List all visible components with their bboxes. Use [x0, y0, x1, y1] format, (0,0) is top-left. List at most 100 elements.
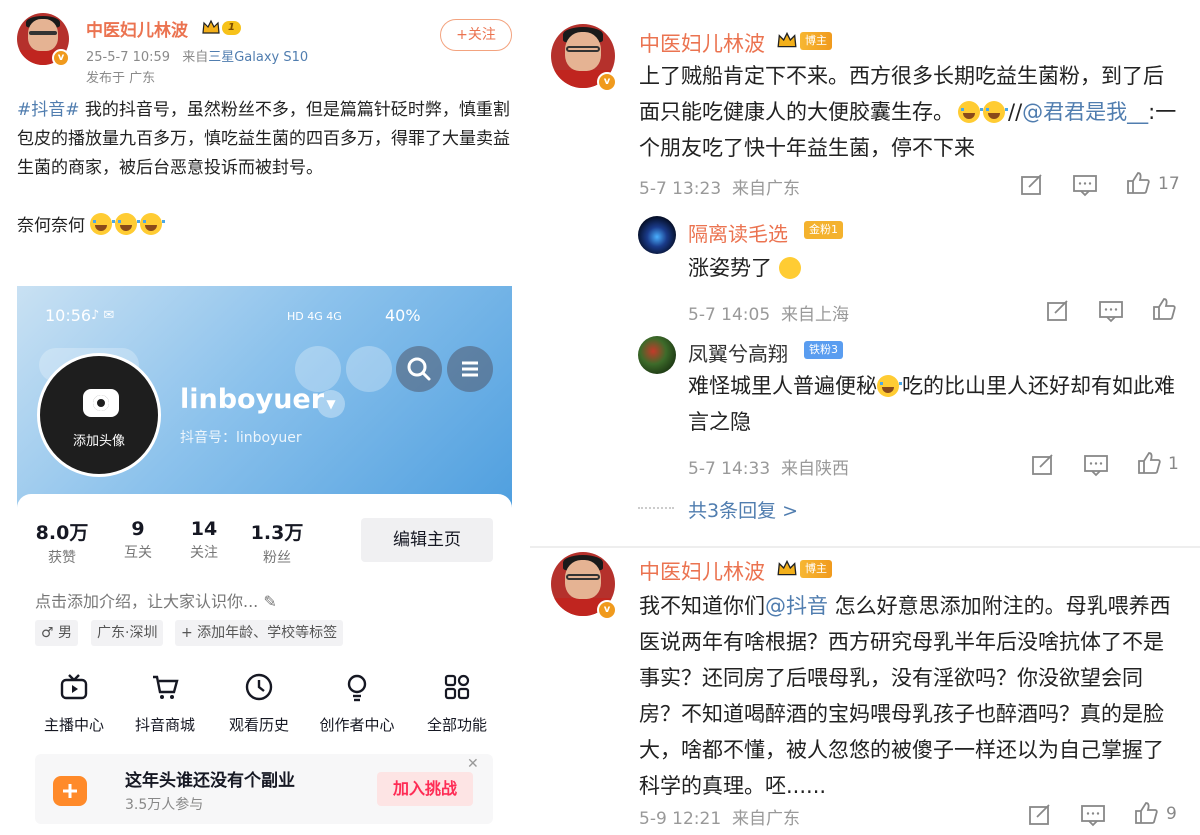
stat-following[interactable]: 14 关注 [169, 518, 239, 562]
profile-banner: 10:56 ♪ ✉ HD 4G 4G 40% 朋友 添加头像 linboyuer… [17, 286, 512, 511]
stat-followers[interactable]: 1.3万 粉丝 [242, 518, 312, 567]
thread-dots [638, 507, 674, 509]
cart-icon [153, 675, 179, 699]
func-live-center[interactable]: 主播中心 [29, 672, 119, 735]
post-datetime: 25-5-7 10:59 [86, 50, 171, 65]
mention-link[interactable]: @抖音 [765, 594, 828, 618]
promo-title: 这年头谁还没有个副业 [125, 771, 295, 791]
crying-emoji-icon [877, 375, 902, 397]
fan-badge: 铁粉3 [804, 341, 843, 359]
like-count: 1 [1168, 454, 1179, 474]
plus-icon [53, 776, 87, 806]
post-meta: 25-5-7 10:59 来自三星Galaxy S10 [86, 46, 308, 65]
tv-icon [60, 674, 88, 700]
pencil-icon: ✎ [263, 592, 277, 611]
promo-card[interactable]: 这年头谁还没有个副业 3.5万人参与 加入挑战 ✕ [35, 754, 493, 824]
comment-text: 上了贼船肯定下不来。西方很多长期吃益生菌粉，到了后面只能吃健康人的大便胶囊生存。… [639, 64, 1177, 160]
like-icon[interactable] [1136, 451, 1162, 475]
bulb-icon [347, 674, 367, 702]
blogger-badge: 博主 [800, 32, 832, 50]
camera-icon [83, 389, 119, 417]
share-icon[interactable] [1027, 803, 1053, 827]
crying-emoji-icon [115, 213, 141, 235]
reply-author[interactable]: 凤翼兮高翔 [688, 338, 788, 367]
stat-likes[interactable]: 8.0万 获赞 [27, 518, 97, 567]
join-challenge-button[interactable]: 加入挑战 [377, 772, 473, 806]
crying-emoji-icon [983, 101, 1008, 123]
reply-meta: 5-7 14:33 来自陕西 [688, 459, 849, 479]
share-icon[interactable] [1019, 173, 1045, 197]
promo-participants: 3.5万人参与 [125, 797, 204, 813]
crown-icon [777, 31, 797, 48]
comment-icon[interactable] [1080, 803, 1106, 827]
location-chip[interactable]: 广东·深圳 [91, 620, 164, 646]
level-badge: 1 [222, 21, 241, 35]
douyin-username: linboyuer [180, 384, 325, 415]
func-mall[interactable]: 抖音商城 [120, 672, 210, 735]
like-icon[interactable] [1151, 297, 1177, 321]
follow-button[interactable]: +关注 [440, 19, 512, 51]
verified-icon: v [597, 72, 617, 92]
status-battery: 40% [385, 306, 421, 325]
bio-placeholder[interactable]: 点击添加介绍，让大家认识你... ✎ [35, 588, 277, 612]
crying-emoji-icon [90, 213, 116, 235]
share-icon[interactable] [1030, 453, 1056, 477]
crying-emoji-icon [958, 101, 983, 123]
like-count: 17 [1158, 174, 1180, 194]
comment-text: 我不知道你们@抖音 怎么好意思添加附注的。母乳喂养西医说两年有啥根据？西方研究母… [639, 594, 1171, 798]
func-all[interactable]: 全部功能 [412, 672, 502, 735]
verified-icon: v [52, 49, 70, 67]
comment-author[interactable]: 中医妇儿林波 [639, 556, 765, 586]
chevron-down-icon[interactable]: ▼ [317, 390, 345, 418]
status-time: 10:56 [45, 306, 92, 325]
reply-avatar[interactable] [638, 336, 676, 374]
douyin-id: 抖音号：linboyuer [180, 430, 302, 446]
reply-avatar[interactable] [638, 216, 676, 254]
status-signal: HD 4G 4G [287, 310, 342, 323]
comment-author[interactable]: 中医妇儿林波 [639, 28, 765, 58]
source-device[interactable]: 三星Galaxy S10 [208, 50, 308, 65]
like-count: 9 [1166, 804, 1177, 824]
reply-text: 难怪城里人普遍便秘 吃的比山里人还好却有如此难言之隐 [688, 374, 1175, 434]
mention-link[interactable]: @君君是我__ [1022, 100, 1148, 124]
grid-icon [444, 674, 470, 700]
edit-profile-button[interactable]: 编辑主页 [361, 518, 493, 562]
comment-icon[interactable] [1098, 299, 1124, 323]
source-prefix: 来自 [182, 50, 209, 65]
add-tags-chip[interactable]: + 添加年龄、学校等标签 [175, 620, 344, 646]
reply-meta: 5-7 14:05 来自上海 [688, 305, 849, 325]
douyin-profile-screenshot[interactable]: 10:56 ♪ ✉ HD 4G 4G 40% 朋友 添加头像 linboyuer… [17, 286, 512, 826]
like-icon[interactable] [1125, 171, 1151, 195]
post-location: 发布于 广东 [86, 71, 156, 86]
reply-author[interactable]: 隔离读毛选 [688, 218, 788, 247]
share-icon[interactable] [1045, 299, 1071, 323]
comment-icon[interactable] [1072, 173, 1098, 197]
func-creator-center[interactable]: 创作者中心 [312, 672, 402, 735]
clock-icon [245, 673, 273, 701]
people-icon[interactable] [346, 346, 392, 392]
like-icon[interactable] [1133, 801, 1159, 825]
search-icon[interactable] [396, 346, 442, 392]
comment-meta: 5-9 12:21 来自广东 [639, 809, 800, 829]
add-avatar-button[interactable]: 添加头像 [37, 353, 161, 477]
weibo-post: v 中医妇儿林波 1 25-5-7 10:59 来自三星Galaxy S10 发… [0, 0, 530, 835]
fan-badge: 金粉1 [804, 221, 843, 239]
func-history[interactable]: 观看历史 [214, 672, 304, 735]
status-icons: ♪ ✉ [91, 308, 115, 323]
view-all-replies-link[interactable]: 共3条回复 > [688, 496, 798, 523]
crown-icon [202, 19, 220, 34]
comment-meta: 5-7 13:23 来自广东 [639, 179, 800, 199]
close-icon[interactable]: ✕ [467, 756, 479, 772]
comment-icon[interactable] [1083, 453, 1109, 477]
profile-body: 8.0万 获赞 9 互关 14 关注 1.3万 粉丝 编辑主页 点击添加介绍，让大家认识… [17, 494, 512, 826]
stat-mutual[interactable]: 9 互关 [103, 518, 173, 562]
gender-chip[interactable]: ♂ 男 [35, 620, 79, 646]
reply-text: 涨姿势了 [688, 250, 804, 286]
hashtag-link[interactable]: #抖音# [17, 100, 80, 120]
menu-icon[interactable] [447, 346, 493, 392]
blogger-badge: 博主 [800, 560, 832, 578]
laugh-emoji-icon [778, 257, 801, 279]
post-text: 我的抖音号，虽然粉丝不多，但是篇篇针砭时弊，慎重割包皮的播放量九百多万，慎吃益生… [17, 100, 510, 178]
crown-icon [777, 559, 797, 576]
author-name[interactable]: 中医妇儿林波 [86, 16, 188, 41]
